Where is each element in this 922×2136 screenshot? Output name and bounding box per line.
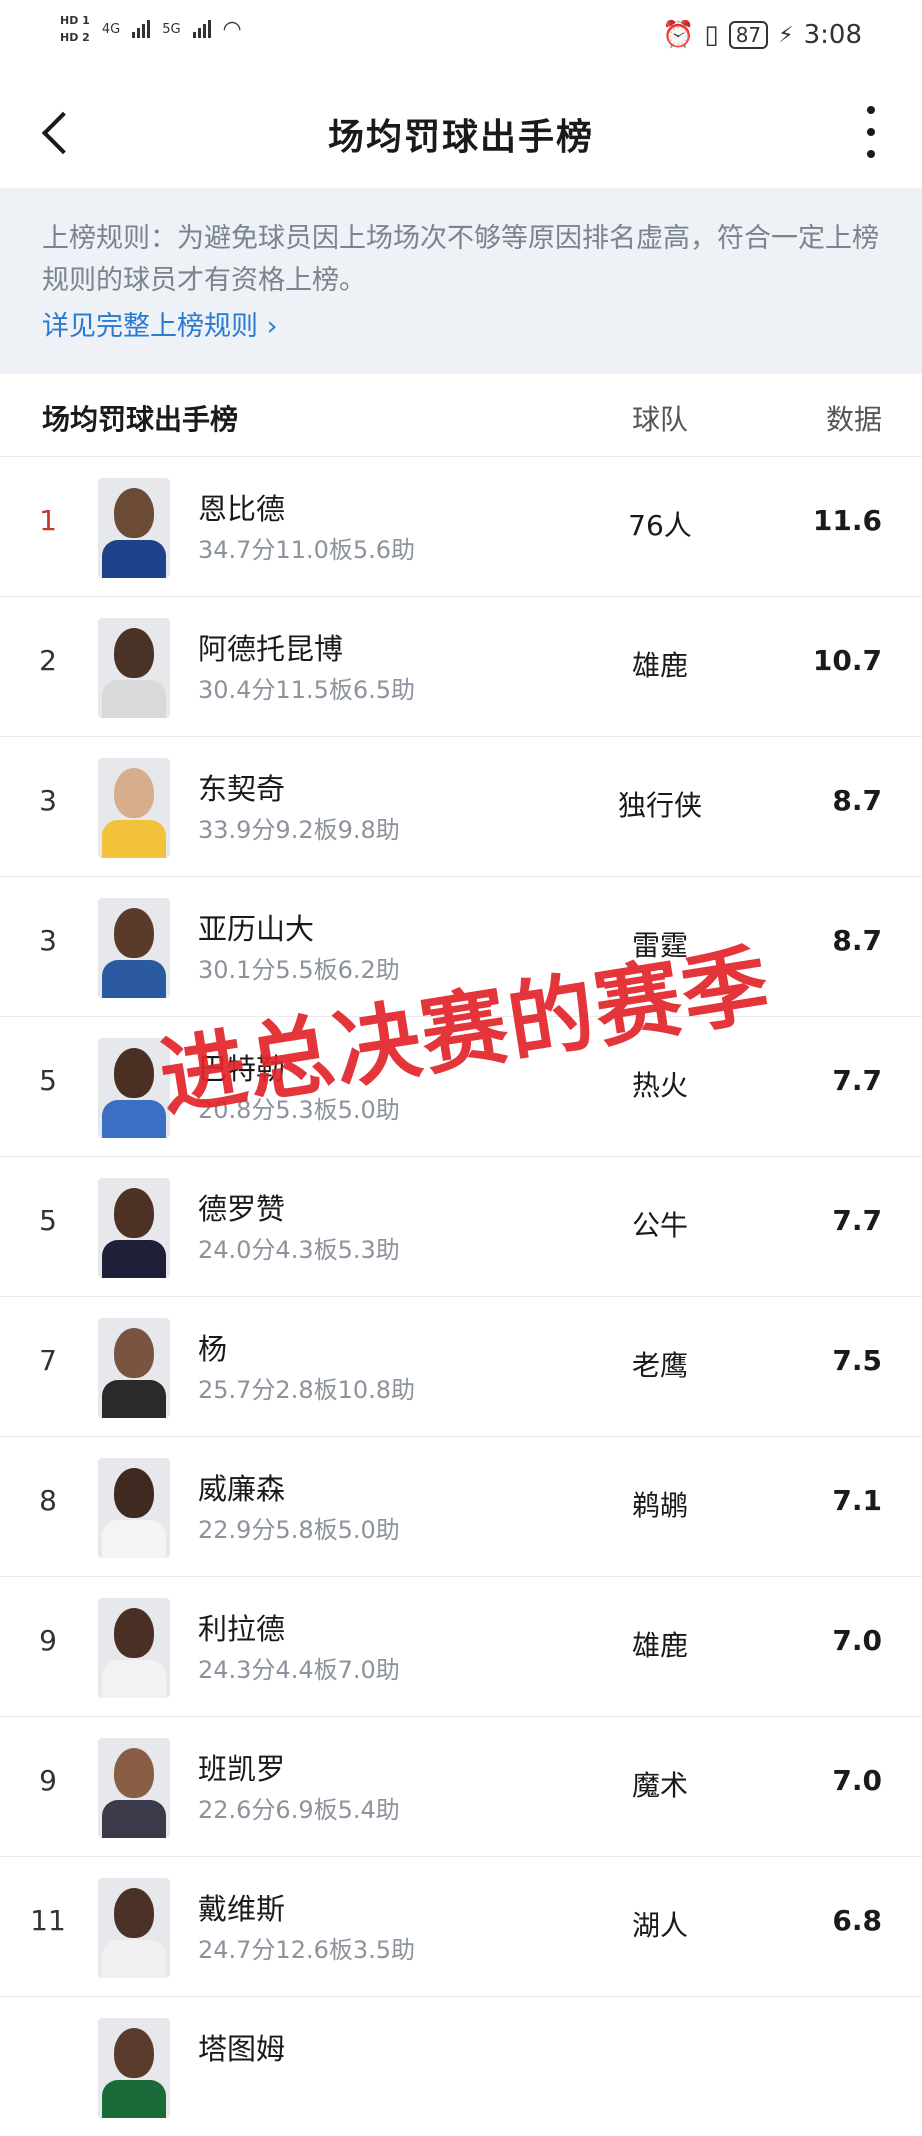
battery-level: 87 [728,21,769,49]
stat-value: 11.6 [812,504,882,537]
table-row[interactable]: 9 班凯罗 22.6分6.9板5.4助 魔术 7.0 [0,1716,922,1857]
hd2-label: HD 2 [60,31,90,44]
table-row[interactable]: 8 威廉森 22.9分5.8板5.0助 鹈鹕 7.1 [0,1436,922,1577]
rank-number: 8 [39,1484,57,1517]
network-4g-label: 4G [101,21,121,37]
hd1-label: HD 1 [60,14,90,27]
table-header: 场均罚球出手榜 球队 数据 [0,374,922,457]
table-row[interactable]: 塔图姆 [0,1996,922,2136]
player-name: 杨 [198,1332,228,1366]
rank-number: 5 [39,1064,57,1097]
player-name: 东契奇 [198,772,286,806]
player-avatar [98,758,170,858]
team-name: 公牛 [631,1209,688,1242]
status-bar: HD 1 HD 2 4G 5G ◠ ⏰ ▯ 87 ⚡ 3:08 [0,0,922,78]
player-stats: 22.6分6.9板5.4助 [198,1796,400,1824]
table-row[interactable]: 9 利拉德 24.3分4.4板7.0助 雄鹿 7.0 [0,1576,922,1717]
player-name: 威廉森 [198,1472,286,1506]
stat-value: 7.5 [832,1344,882,1377]
player-stats: 24.3分4.4板7.0助 [198,1656,400,1684]
player-name: 班凯罗 [198,1752,286,1786]
player-name: 恩比德 [198,492,286,526]
player-avatar [98,478,170,578]
table-row[interactable]: 11 戴维斯 24.7分12.6板3.5助 湖人 6.8 [0,1856,922,1997]
stat-value: 8.7 [832,784,882,817]
column-header-name: 场均罚球出手榜 [42,403,239,436]
stat-value: 7.7 [832,1064,882,1097]
clock-time: 3:08 [803,20,862,50]
vibrate-icon: ▯ [704,20,719,50]
rank-number: 11 [30,1904,66,1937]
team-name: 76人 [628,509,692,542]
ranking-rule-text: 上榜规则：为避免球员因上场场次不够等原因排名虚高，符合一定上榜规则的球员才有资格… [42,223,879,296]
player-avatar [98,898,170,998]
rank-number: 9 [39,1764,57,1797]
table-row[interactable]: 2 阿德托昆博 30.4分11.5板6.5助 雄鹿 10.7 [0,596,922,737]
team-name: 老鹰 [631,1349,688,1382]
player-name: 亚历山大 [198,912,315,946]
player-avatar [98,1598,170,1698]
player-stats: 24.0分4.3板5.3助 [198,1236,400,1264]
player-name: 德罗赞 [198,1192,286,1226]
team-name: 鹈鹕 [631,1489,688,1522]
more-options-icon[interactable] [856,106,886,158]
player-name: 戴维斯 [198,1892,286,1926]
column-header-data: 数据 [825,403,882,436]
network-5g-label: 5G [162,21,181,37]
player-name: 塔图姆 [198,2032,286,2066]
stat-value: 7.7 [832,1204,882,1237]
player-avatar [98,2018,170,2118]
stat-value: 6.8 [832,1904,882,1937]
alarm-icon: ⏰ [662,20,695,50]
ranking-rule-box: 上榜规则：为避免球员因上场场次不够等原因排名虚高，符合一定上榜规则的球员才有资格… [0,188,922,374]
player-avatar [98,1178,170,1278]
player-avatar [98,1318,170,1418]
table-row[interactable]: 1 恩比德 34.7分11.0板5.6助 76人 11.6 [0,456,922,597]
team-name: 热火 [631,1069,688,1102]
page-title: 场均罚球出手榜 [327,117,594,158]
signal-icon-2 [192,20,211,38]
stat-value: 7.1 [832,1484,882,1517]
player-avatar [98,618,170,718]
rank-number: 2 [39,644,57,677]
rank-number: 1 [39,504,57,537]
team-name: 魔术 [631,1769,688,1802]
app-header: 场均罚球出手榜 [0,78,922,188]
player-stats: 25.7分2.8板10.8助 [198,1376,416,1404]
stat-value: 7.0 [832,1624,882,1657]
charging-icon: ⚡ [778,22,794,48]
rank-number: 7 [39,1344,57,1377]
player-name: 阿德托昆博 [198,632,344,666]
player-stats: 33.9分9.2板9.8助 [198,816,400,844]
player-avatar [98,1458,170,1558]
rank-number: 9 [39,1624,57,1657]
signal-icon [132,20,151,38]
wifi-icon: ◠ [222,16,242,42]
player-avatar [98,1738,170,1838]
full-rules-link[interactable]: 详见完整上榜规则 › [42,304,277,343]
team-name: 湖人 [631,1909,688,1942]
table-row[interactable]: 5 德罗赞 24.0分4.3板5.3助 公牛 7.7 [0,1156,922,1297]
status-right: ⏰ ▯ 87 ⚡ 3:08 [662,20,862,50]
rank-number: 5 [39,1204,57,1237]
table-row[interactable]: 7 杨 25.7分2.8板10.8助 老鹰 7.5 [0,1296,922,1437]
player-stats: 24.7分12.6板3.5助 [198,1936,416,1964]
column-header-team: 球队 [631,403,688,436]
status-left: HD 1 HD 2 4G 5G ◠ [60,14,242,44]
team-name: 雄鹿 [631,649,688,682]
stat-value: 7.0 [832,1764,882,1797]
player-avatar [98,1878,170,1978]
team-name: 雄鹿 [631,1629,688,1662]
player-stats: 34.7分11.0板5.6助 [198,536,416,564]
stat-value: 10.7 [812,644,882,677]
team-name: 独行侠 [617,789,702,822]
player-name: 利拉德 [198,1612,286,1646]
player-stats: 22.9分5.8板5.0助 [198,1516,400,1544]
rank-number: 3 [39,784,57,817]
table-row[interactable]: 3 东契奇 33.9分9.2板9.8助 独行侠 8.7 [0,736,922,877]
hd-indicators: HD 1 HD 2 [60,14,90,44]
player-stats: 30.4分11.5板6.5助 [198,676,416,704]
rank-number: 3 [39,924,57,957]
